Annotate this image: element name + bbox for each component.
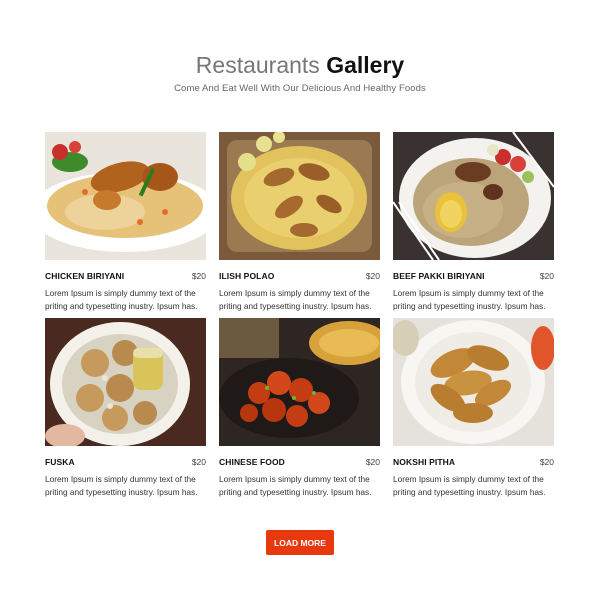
food-card: BEEF PAKKI BIRIYANI $20 Lorem Ipsum is s… [393,132,554,312]
chinese-food-illustration [219,318,380,446]
chinese-food-image[interactable] [219,318,380,446]
food-card: ILISH POLAO $20 Lorem Ipsum is simply du… [219,132,380,312]
food-meta: CHINESE FOOD $20 [219,457,380,467]
page-subtitle: Come And Eat Well With Our Delicious And… [174,83,426,94]
food-meta: FUSKA $20 [45,457,206,467]
food-description: Lorem Ipsum is simply dummy text of the … [45,288,198,311]
food-name[interactable]: ILISH POLAO [219,271,274,281]
ilish-polao-illustration [219,132,380,260]
food-name[interactable]: CHINESE FOOD [219,457,285,467]
chicken-biryani-illustration [45,132,206,260]
food-card: CHINESE FOOD $20 Lorem Ipsum is simply d… [219,318,380,498]
beef-pakki-biriyani-image[interactable] [393,132,554,260]
food-description: Lorem Ipsum is simply dummy text of the … [393,288,546,311]
chicken-biryani-image[interactable] [45,132,206,260]
food-description: Lorem Ipsum is simply dummy text of the … [45,474,198,497]
food-description: Lorem Ipsum is simply dummy text of the … [219,474,372,497]
food-description: Lorem Ipsum is simply dummy text of the … [393,474,546,497]
food-price: $20 [539,271,554,281]
food-price: $20 [191,271,206,281]
food-price: $20 [539,457,554,467]
food-price: $20 [191,457,206,467]
title-bold-text: Gallery [326,52,405,78]
title-light-text: Restaurants [195,52,320,78]
nokshi-pitha-image[interactable] [393,318,554,446]
food-price: $20 [365,271,380,281]
food-name[interactable]: FUSKA [45,457,75,467]
food-name[interactable]: BEEF PAKKI BIRIYANI [393,271,485,281]
fuska-image[interactable] [45,318,206,446]
food-meta: NOKSHI PITHA $20 [393,457,554,467]
nokshi-pitha-illustration [393,318,554,446]
food-meta: ILISH POLAO $20 [219,271,380,281]
food-name[interactable]: NOKSHI PITHA [393,457,455,467]
page-title: Restaurants Gallery [0,50,600,80]
beef-pakki-biriyani-illustration [393,132,554,260]
food-name[interactable]: CHICKEN BIRIYANI [45,271,124,281]
food-meta: CHICKEN BIRIYANI $20 [45,271,206,281]
gallery-header: Restaurants Gallery Come And Eat Well Wi… [0,50,600,94]
food-gallery-grid: CHICKEN BIRIYANI $20 Lorem Ipsum is simp… [45,132,555,498]
food-meta: BEEF PAKKI BIRIYANI $20 [393,271,554,281]
food-price: $20 [365,457,380,467]
ilish-polao-image[interactable] [219,132,380,260]
food-card: FUSKA $20 Lorem Ipsum is simply dummy te… [45,318,206,498]
food-card: CHICKEN BIRIYANI $20 Lorem Ipsum is simp… [45,132,206,312]
load-more-button[interactable]: LOAD MORE [266,530,334,555]
food-card: NOKSHI PITHA $20 Lorem Ipsum is simply d… [393,318,554,498]
food-description: Lorem Ipsum is simply dummy text of the … [219,288,372,311]
fuska-illustration [45,318,206,446]
